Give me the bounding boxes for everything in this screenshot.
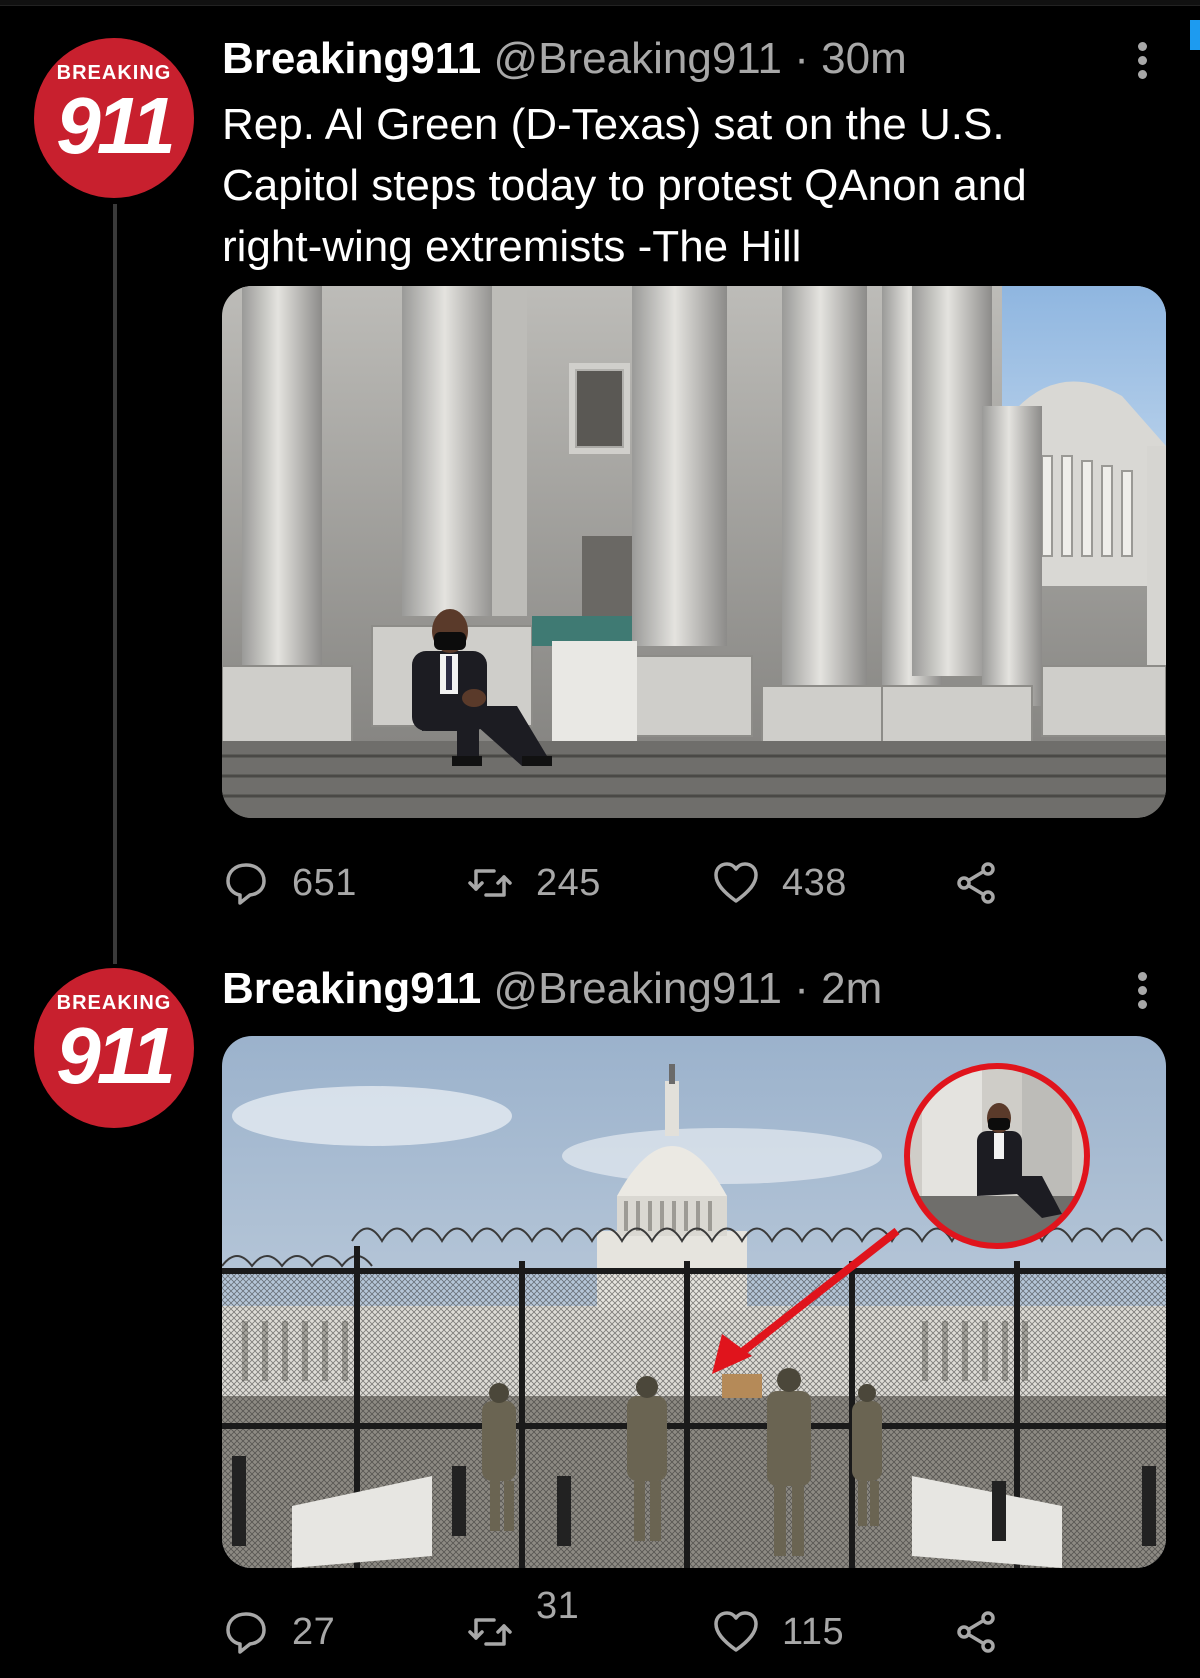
heart-icon [714, 1611, 758, 1652]
share-button[interactable] [952, 855, 1022, 911]
reply-button[interactable]: 27 [222, 1604, 335, 1660]
thread-connector-line [113, 204, 117, 964]
tweet-photo[interactable] [222, 1036, 1166, 1568]
retweet-button[interactable]: 31 [466, 1585, 579, 1660]
timestamp[interactable]: 30m [821, 34, 907, 83]
retweet-icon [468, 1618, 512, 1646]
avatar-number: 911 [56, 81, 176, 170]
reply-icon [226, 863, 266, 905]
tweet-text: Rep. Al Green (D-Texas) sat on the U.S. … [222, 100, 1027, 271]
user-handle[interactable]: @Breaking911 [494, 964, 782, 1013]
avatar[interactable]: BREAKING 911 [34, 38, 194, 198]
capitol-steps-photo [222, 286, 1166, 818]
reply-icon [226, 1612, 266, 1654]
display-name[interactable]: Breaking911 [222, 964, 481, 1013]
retweet-count: 245 [536, 861, 601, 904]
tweet-photo[interactable] [222, 286, 1166, 818]
like-count: 115 [782, 1610, 845, 1653]
share-button[interactable] [952, 1604, 1022, 1660]
more-vertical-icon[interactable] [1134, 42, 1150, 82]
like-button[interactable]: 438 [712, 855, 847, 911]
timestamp[interactable]: 2m [821, 964, 882, 1013]
display-name[interactable]: Breaking911 [222, 34, 481, 83]
like-count: 438 [782, 861, 847, 904]
avatar-number: 911 [56, 1011, 176, 1100]
like-button[interactable]: 115 [712, 1604, 844, 1660]
tweet-actions: 651 245 438 [222, 855, 1022, 911]
separator: · [794, 964, 809, 1013]
tweet-actions: 27 31 115 [222, 1585, 1022, 1660]
retweet-button[interactable]: 245 [466, 855, 601, 911]
scroll-indicator [1190, 20, 1200, 50]
user-handle[interactable]: @Breaking911 [494, 34, 782, 83]
reply-count: 651 [292, 861, 357, 904]
share-icon [957, 1611, 995, 1653]
tweet-header: Breaking911 @Breaking911 · 2m [222, 964, 882, 1014]
reply-button[interactable]: 651 [222, 855, 357, 911]
retweet-count: 31 [536, 1584, 580, 1627]
retweet-icon [468, 869, 512, 897]
separator: · [794, 34, 809, 83]
share-icon [957, 862, 995, 904]
heart-icon [714, 862, 758, 903]
capitol-fence-photo [222, 1036, 1166, 1568]
top-border [0, 0, 1200, 6]
reply-count: 27 [292, 1610, 336, 1653]
more-vertical-icon[interactable] [1134, 972, 1150, 1012]
avatar[interactable]: BREAKING 911 [34, 968, 194, 1128]
tweet-header: Breaking911 @Breaking911 · 30m [222, 34, 907, 84]
